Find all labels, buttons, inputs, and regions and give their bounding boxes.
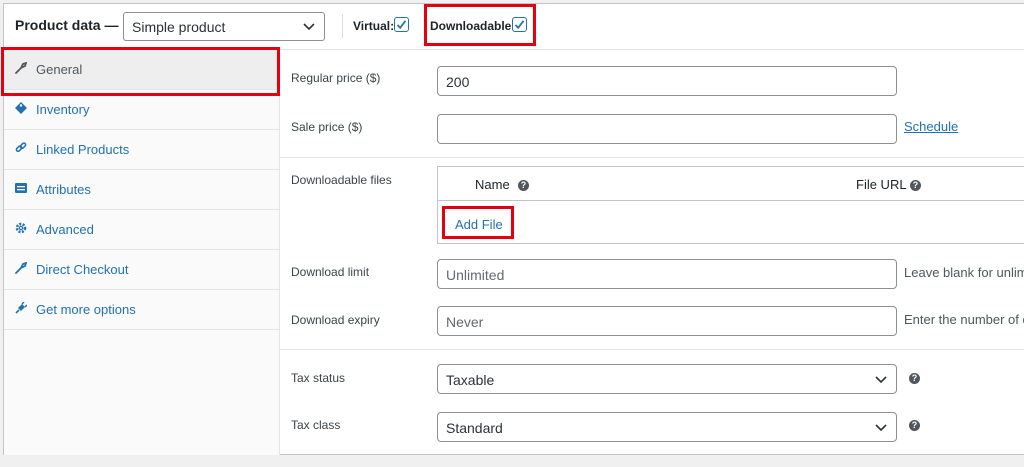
section-divider — [280, 157, 1024, 158]
product-data-panel: Product data — Simple product Virtual: D… — [1, 3, 1024, 455]
download-expiry-label: Download expiry — [291, 313, 380, 327]
tag-icon — [15, 102, 27, 114]
tab-inventory-label: Inventory — [36, 102, 90, 117]
regular-price-label: Regular price ($) — [291, 71, 381, 85]
regular-price-input[interactable]: 200 — [437, 66, 897, 96]
tax-status-value: Taxable — [446, 372, 495, 388]
virtual-label: Virtual: — [353, 19, 395, 33]
download-expiry-hint: Enter the number of d — [904, 312, 1024, 327]
tax-status-label: Tax status — [291, 371, 346, 385]
help-icon[interactable]: ? — [909, 420, 920, 431]
plug-icon — [15, 301, 28, 314]
tab-direct-checkout[interactable]: Direct Checkout — [4, 250, 279, 290]
download-limit-hint: Leave blank for unlim — [904, 265, 1024, 280]
tax-class-label: Tax class — [291, 418, 341, 432]
tax-status-select[interactable]: Taxable — [437, 364, 897, 394]
files-table-header: Name ? File URL ? — [438, 167, 1024, 201]
tab-attributes[interactable]: Attributes — [4, 170, 279, 210]
tab-advanced[interactable]: Advanced — [4, 210, 279, 250]
product-type-value: Simple product — [132, 19, 226, 35]
name-column-header: Name — [475, 177, 510, 192]
tab-linked-products-label: Linked Products — [36, 142, 130, 157]
download-limit-input[interactable]: Unlimited — [437, 259, 897, 289]
downloadable-files-table: Name ? File URL ? Add File — [437, 166, 1024, 244]
link-icon — [15, 142, 27, 154]
tab-get-more-options-label: Get more options — [36, 302, 136, 317]
tab-inventory[interactable]: Inventory — [4, 90, 279, 130]
sale-price-label: Sale price ($) — [291, 120, 363, 134]
chevron-down-icon — [302, 19, 316, 36]
tab-get-more-options[interactable]: Get more options — [4, 290, 279, 330]
product-data-title: Product data — — [15, 17, 119, 33]
tab-general[interactable]: General — [4, 50, 279, 90]
help-icon[interactable]: ? — [518, 180, 529, 191]
tab-advanced-label: Advanced — [36, 222, 94, 237]
sale-price-input[interactable] — [437, 114, 897, 144]
wrench-icon — [15, 261, 28, 274]
checkmark-icon — [396, 20, 407, 30]
product-data-tabs: General Inventory Linked Products Attrib… — [1, 47, 280, 455]
header-divider — [342, 14, 343, 38]
add-file-button[interactable]: Add File — [455, 217, 503, 232]
file-url-column-header: File URL — [856, 177, 907, 192]
help-icon[interactable]: ? — [910, 180, 921, 191]
tax-class-value: Standard — [446, 420, 503, 436]
help-icon[interactable]: ? — [909, 373, 920, 384]
schedule-link[interactable]: Schedule — [904, 119, 958, 134]
section-divider — [280, 349, 1024, 350]
product-data-header: Product data — Simple product Virtual: D… — [4, 4, 1024, 50]
tab-linked-products[interactable]: Linked Products — [4, 130, 279, 170]
download-expiry-input[interactable]: Never — [437, 306, 897, 336]
downloadable-files-label: Downloadable files — [291, 173, 392, 187]
chevron-down-icon — [874, 420, 888, 437]
tab-direct-checkout-label: Direct Checkout — [36, 262, 129, 277]
list-icon — [15, 182, 27, 194]
downloadable-checkbox[interactable] — [512, 17, 527, 32]
chevron-down-icon — [874, 372, 888, 389]
tax-class-select[interactable]: Standard — [437, 412, 897, 442]
wrench-icon — [15, 61, 28, 74]
tab-attributes-label: Attributes — [36, 182, 91, 197]
gear-icon — [15, 222, 27, 234]
checkmark-icon — [514, 20, 525, 30]
download-limit-label: Download limit — [291, 265, 370, 279]
downloadable-label: Downloadable: — [430, 19, 516, 33]
product-type-select[interactable]: Simple product — [123, 12, 325, 41]
virtual-checkbox[interactable] — [394, 17, 409, 32]
tab-general-label: General — [36, 62, 83, 77]
